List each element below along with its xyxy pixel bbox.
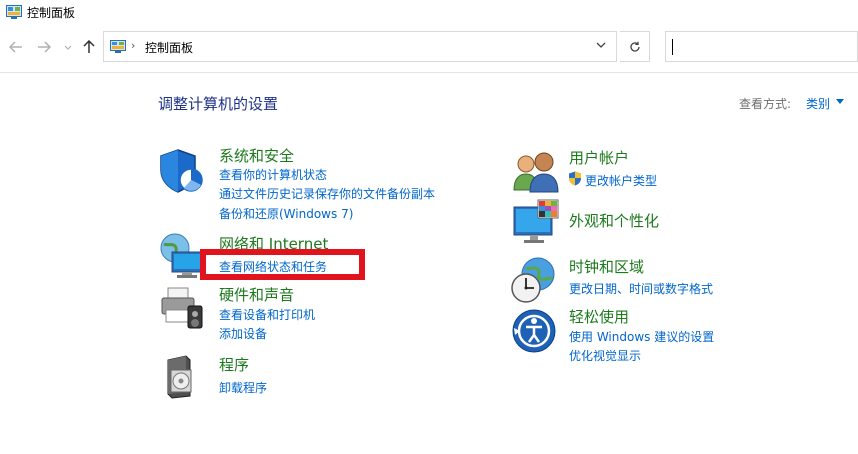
forward-arrow-icon <box>38 41 51 53</box>
window-title: 控制面板 <box>27 6 76 20</box>
up-arrow-icon <box>83 40 95 53</box>
link-backup-restore-windows7[interactable]: 备份和还原(Windows 7) <box>219 205 353 222</box>
link-optimize-visual-display[interactable]: 优化视觉显示 <box>569 347 641 364</box>
link-change-date-time-format[interactable]: 更改日期、时间或数字格式 <box>569 280 713 297</box>
network-globe-icon[interactable] <box>158 232 206 280</box>
title-bar: 控制面板 <box>0 0 858 24</box>
programs-disc-icon[interactable] <box>160 352 208 400</box>
category-title-hardware-sound[interactable]: 硬件和声音 <box>219 284 294 305</box>
chevron-down-icon <box>64 45 72 50</box>
link-change-account-type[interactable]: 更改帐户类型 <box>585 172 657 189</box>
monitor-palette-icon[interactable] <box>512 199 560 247</box>
red-highlight-box <box>200 249 365 280</box>
link-windows-recommended-settings[interactable]: 使用 Windows 建议的设置 <box>569 328 714 345</box>
address-bar[interactable]: › 控制面板 <box>103 31 617 62</box>
category-title-clock-region[interactable]: 时钟和区域 <box>569 256 644 277</box>
refresh-button[interactable] <box>620 31 650 62</box>
category-title-system-security[interactable]: 系统和安全 <box>219 145 294 166</box>
clock-globe-icon[interactable] <box>510 256 558 304</box>
control-panel-icon <box>110 40 126 53</box>
ease-of-access-icon[interactable] <box>511 308 559 356</box>
recent-locations-button[interactable] <box>63 37 73 57</box>
link-view-devices-printers[interactable]: 查看设备和打印机 <box>219 306 315 323</box>
category-title-appearance[interactable]: 外观和个性化 <box>569 210 659 231</box>
users-icon[interactable] <box>512 150 560 198</box>
view-by-dropdown-arrow-icon[interactable] <box>836 99 844 104</box>
link-view-computer-status[interactable]: 查看你的计算机状态 <box>219 166 327 183</box>
forward-button[interactable] <box>36 37 52 57</box>
address-dropdown-icon[interactable] <box>596 42 606 48</box>
category-title-ease-of-access[interactable]: 轻松使用 <box>569 306 629 327</box>
refresh-icon <box>629 41 640 52</box>
breadcrumb-separator: › <box>131 39 136 52</box>
uac-shield-icon <box>569 171 581 186</box>
back-button[interactable] <box>8 37 24 57</box>
category-title-programs[interactable]: 程序 <box>219 354 249 375</box>
view-by-label: 查看方式: <box>739 97 792 111</box>
text-caret <box>672 39 673 55</box>
link-file-history-backup[interactable]: 通过文件历史记录保存你的文件备份副本 <box>219 185 435 202</box>
link-add-device[interactable]: 添加设备 <box>219 325 267 342</box>
control-panel-icon <box>6 5 22 19</box>
shield-icon[interactable] <box>158 147 206 195</box>
breadcrumb-control-panel[interactable]: 控制面板 <box>145 39 193 56</box>
navigation-bar: › 控制面板 <box>0 28 858 68</box>
toolbar-divider <box>0 72 858 73</box>
view-by-dropdown[interactable]: 类别 <box>806 95 830 112</box>
category-title-user-accounts[interactable]: 用户帐户 <box>569 147 629 168</box>
page-title: 调整计算机的设置 <box>158 95 279 113</box>
link-uninstall-program[interactable]: 卸载程序 <box>219 379 267 396</box>
up-button[interactable] <box>82 37 96 57</box>
printer-speaker-icon[interactable] <box>158 284 206 332</box>
back-arrow-icon <box>9 41 22 53</box>
search-input[interactable] <box>665 31 858 62</box>
